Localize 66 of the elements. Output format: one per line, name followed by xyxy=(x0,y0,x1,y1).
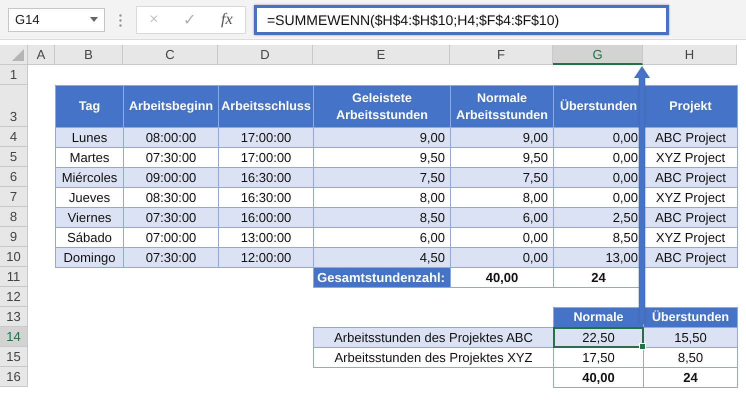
row-header[interactable]: 5 xyxy=(0,147,28,167)
row-header[interactable]: 1 xyxy=(0,65,28,85)
formula-bar[interactable]: =SUMMEWENN($H$4:$H$10;H4;$F$4:$F$10) xyxy=(254,4,669,34)
column-header[interactable]: C xyxy=(123,45,218,65)
name-box[interactable]: G14 xyxy=(8,8,105,32)
table-cell: 16:00:00 xyxy=(218,207,314,228)
table-cell: Miércoles xyxy=(55,167,124,188)
table-cell: 8,50 xyxy=(313,207,451,228)
column-header[interactable]: G xyxy=(553,45,643,65)
insert-function-button[interactable]: fx xyxy=(221,10,233,28)
table-cell: ABC Project xyxy=(643,247,738,268)
column-header: Arbeitsbeginn xyxy=(123,85,219,128)
table-cell: 07:30:00 xyxy=(123,247,219,268)
total-cell: 24 xyxy=(643,367,738,388)
table-cell: 7,50 xyxy=(450,167,554,188)
table-cell: ABC Project xyxy=(643,167,738,188)
row-header[interactable]: 14 xyxy=(0,327,28,347)
table-cell: 07:30:00 xyxy=(123,207,219,228)
table-cell: 7,50 xyxy=(313,167,451,188)
table-cell: 9,00 xyxy=(450,127,554,148)
table-cell: ABC Project xyxy=(643,207,738,228)
table-cell: 17:00:00 xyxy=(218,127,314,148)
table-cell: 0,00 xyxy=(450,247,554,268)
row-header[interactable]: 16 xyxy=(0,367,28,387)
column-header[interactable]: D xyxy=(218,45,313,65)
column-header: Arbeitsschluss xyxy=(218,85,314,128)
column-header[interactable]: F xyxy=(450,45,553,65)
row-header[interactable]: 10 xyxy=(0,247,28,267)
table-cell: 6,00 xyxy=(450,207,554,228)
row-label: Arbeitsstunden des Projektes XYZ xyxy=(313,347,554,368)
table-cell: 9,00 xyxy=(313,127,451,148)
table-cell: Domingo xyxy=(55,247,124,268)
table-cell: Viernes xyxy=(55,207,124,228)
row-header[interactable]: 3 xyxy=(0,85,28,127)
row-header[interactable]: 7 xyxy=(0,187,28,207)
row-header[interactable]: 8 xyxy=(0,207,28,227)
grip-icon xyxy=(119,12,122,26)
table-cell: Lunes xyxy=(55,127,124,148)
column-header[interactable]: A xyxy=(28,45,55,65)
table-cell: 12:00:00 xyxy=(218,247,314,268)
total-cell: 40,00 xyxy=(553,367,644,388)
column-header[interactable]: B xyxy=(55,45,123,65)
row-label: Arbeitsstunden des Projektes ABC xyxy=(313,327,554,348)
column-header: Überstunden xyxy=(643,307,738,328)
column-header[interactable]: E xyxy=(313,45,450,65)
row-header[interactable]: 13 xyxy=(0,307,28,327)
table-cell: 22,50 xyxy=(553,327,644,348)
table-cell: 16:30:00 xyxy=(218,167,314,188)
table-cell: ABC Project xyxy=(643,127,738,148)
row-header[interactable]: 11 xyxy=(0,267,28,287)
row-header[interactable]: 6 xyxy=(0,167,28,187)
table-cell: 08:00:00 xyxy=(123,127,219,148)
column-header: Tag xyxy=(55,85,124,128)
caret-icon[interactable] xyxy=(90,17,98,22)
row-header[interactable]: 15 xyxy=(0,347,28,367)
table-cell: 4,50 xyxy=(313,247,451,268)
column-header: Normale Arbeitsstunden xyxy=(450,85,554,128)
row-header[interactable]: 4 xyxy=(0,127,28,147)
column-header: Geleistete Arbeitsstunden xyxy=(313,85,451,128)
column-header[interactable]: H xyxy=(643,45,737,65)
total-label: Gesamtstundenzahl: xyxy=(313,267,451,288)
table-cell: 09:00:00 xyxy=(123,167,219,188)
column-header: Normale xyxy=(553,307,644,328)
row-header[interactable]: 9 xyxy=(0,227,28,247)
row-header[interactable]: 12 xyxy=(0,287,28,307)
table-cell: 15,50 xyxy=(643,327,738,348)
